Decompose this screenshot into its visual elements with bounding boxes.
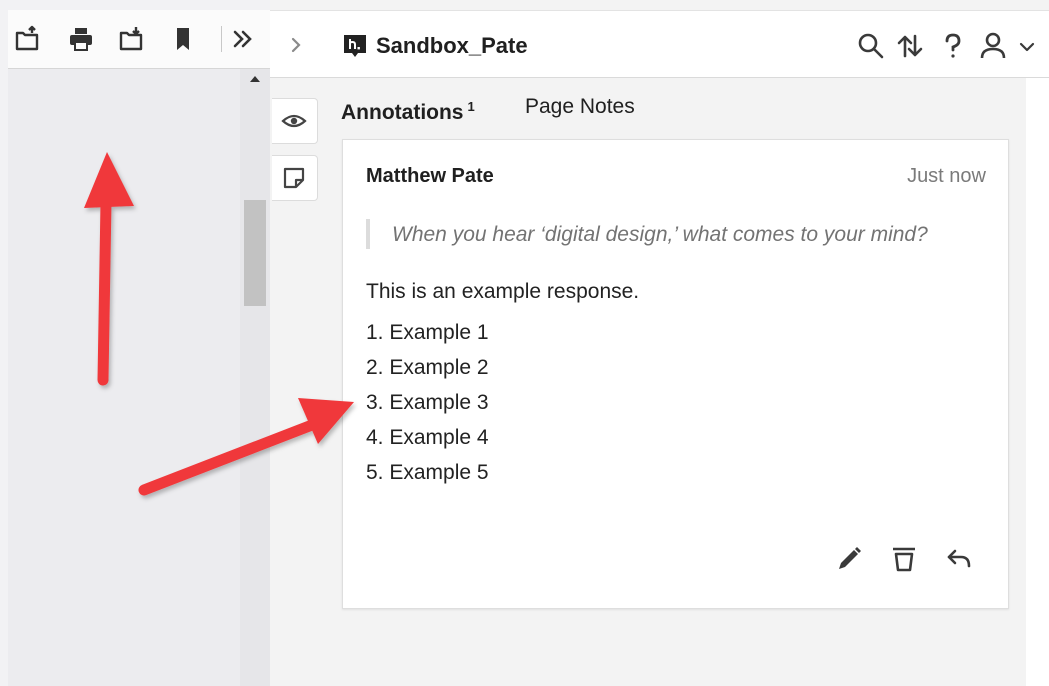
delete-icon[interactable]	[889, 544, 919, 574]
open-file-icon[interactable]	[12, 24, 42, 54]
annotation-author[interactable]: Matthew Pate	[366, 163, 494, 189]
tab-annotations[interactable]: Annotations 1	[341, 92, 475, 124]
collapse-sidebar-button[interactable]	[282, 30, 310, 60]
tab-annotations-label: Annotations	[341, 101, 464, 124]
search-icon[interactable]	[854, 28, 888, 64]
double-chevron-right-icon[interactable]	[228, 24, 258, 54]
reply-icon[interactable]	[944, 544, 974, 574]
eye-icon	[281, 114, 307, 128]
list-item: 2. Example 2	[366, 356, 489, 379]
viewer-page-area	[8, 69, 240, 686]
list-item: 5. Example 5	[366, 461, 489, 484]
scroll-up-arrow-icon[interactable]	[246, 72, 264, 86]
annotation-count-badge: 1	[467, 99, 475, 114]
user-icon[interactable]	[976, 28, 1010, 64]
annotation-body: This is an example response.	[366, 280, 640, 303]
chevron-down-icon[interactable]	[1014, 28, 1040, 64]
bookmark-icon[interactable]	[168, 24, 198, 54]
show-highlights-button[interactable]	[272, 98, 318, 144]
sort-icon[interactable]	[893, 28, 927, 64]
annotation-quote: When you hear ‘digital design,’ what com…	[392, 223, 928, 246]
tab-page-notes-label: Page Notes	[525, 95, 635, 118]
list-item: 4. Example 4	[366, 426, 489, 449]
print-icon[interactable]	[66, 24, 96, 54]
group-name[interactable]: Sandbox_Pate	[376, 31, 528, 61]
list-item: 3. Example 3	[366, 391, 489, 414]
list-item: 1. Example 1	[366, 321, 489, 344]
viewer-toolbar	[8, 10, 270, 69]
annotation-list: 1. Example 1 2. Example 2 3. Example 3 4…	[366, 318, 489, 493]
save-icon[interactable]	[116, 24, 146, 54]
tab-page-notes[interactable]: Page Notes	[525, 92, 635, 122]
toolbar-divider	[221, 26, 222, 52]
page-note-icon	[283, 167, 305, 189]
edit-icon[interactable]	[834, 544, 864, 574]
hypothesis-logo-icon	[342, 33, 368, 59]
help-icon[interactable]	[936, 28, 970, 64]
scrollbar-thumb[interactable]	[244, 200, 266, 306]
annotation-timestamp[interactable]: Just now	[880, 163, 986, 189]
quote-bar	[366, 219, 370, 249]
sidebar-right-edge	[1026, 78, 1049, 686]
viewer-scrollbar[interactable]	[240, 69, 270, 686]
new-page-note-button[interactable]	[272, 155, 318, 201]
